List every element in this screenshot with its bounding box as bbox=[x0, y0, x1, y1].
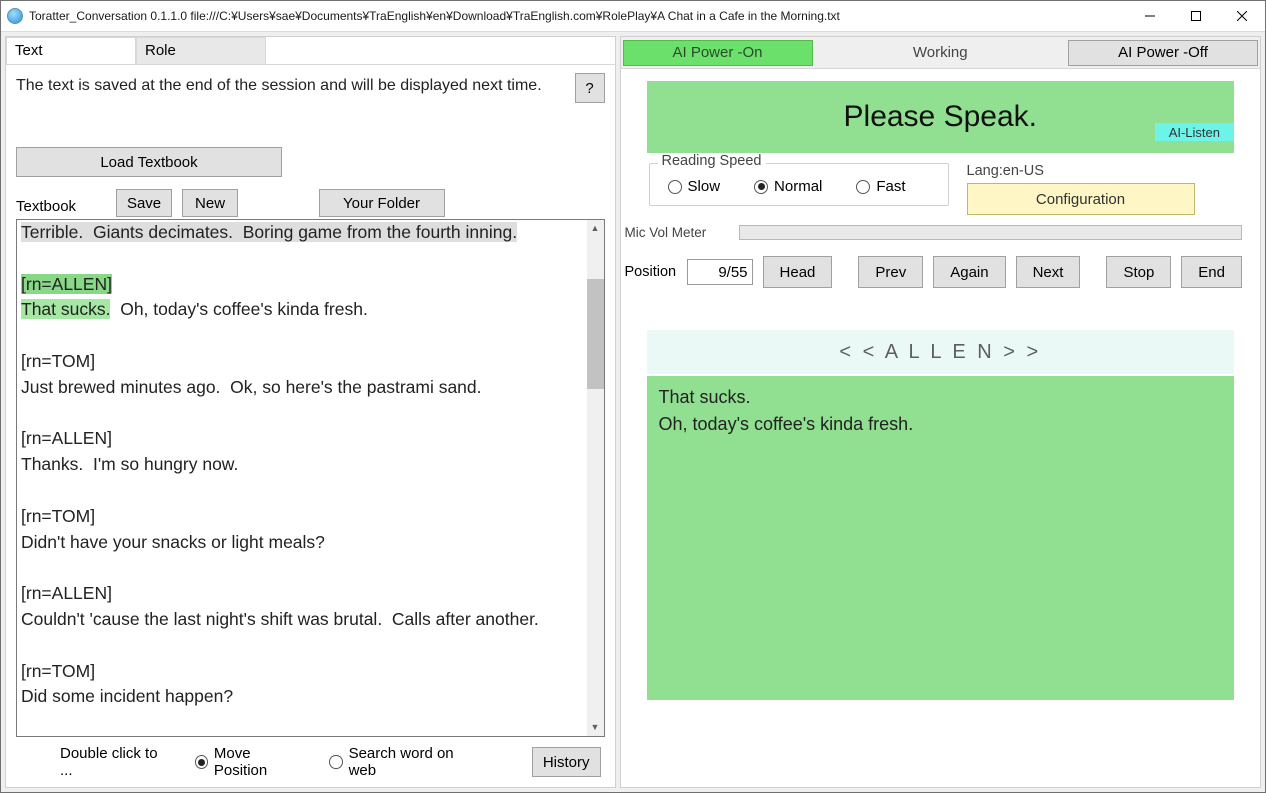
stop-button[interactable]: Stop bbox=[1106, 256, 1171, 288]
load-textbook-button[interactable]: Load Textbook bbox=[16, 147, 282, 177]
scroll-down-icon[interactable]: ▼ bbox=[587, 719, 604, 736]
radio-slow[interactable]: Slow bbox=[668, 178, 721, 195]
window-title: Toratter_Conversation 0.1.1.0 file:///C:… bbox=[29, 9, 840, 23]
current-line-box: That sucks. Oh, today's coffee's kinda f… bbox=[647, 376, 1234, 700]
textbook-role-tag: [rn=ALLEN] bbox=[21, 274, 112, 294]
minimize-button[interactable] bbox=[1127, 1, 1173, 31]
textbook-textarea[interactable]: Terrible. Giants decimates. Boring game … bbox=[16, 219, 605, 737]
doubleclick-label: Double click to ... bbox=[60, 745, 167, 779]
close-button[interactable] bbox=[1219, 1, 1265, 31]
your-folder-button[interactable]: Your Folder bbox=[319, 189, 445, 217]
radio-move-position[interactable]: Move Position bbox=[195, 745, 302, 779]
new-button[interactable]: New bbox=[182, 189, 238, 217]
again-button[interactable]: Again bbox=[933, 256, 1005, 288]
current-line-text: That sucks. Oh, today's coffee's kinda f… bbox=[659, 387, 914, 434]
scrollbar[interactable]: ▲ ▼ bbox=[587, 220, 604, 736]
scroll-up-icon[interactable]: ▲ bbox=[587, 220, 604, 237]
history-button[interactable]: History bbox=[532, 747, 601, 777]
speak-banner: Please Speak. bbox=[647, 81, 1234, 153]
window-titlebar: Toratter_Conversation 0.1.1.0 file:///C:… bbox=[1, 1, 1265, 31]
radio-normal[interactable]: Normal bbox=[754, 178, 822, 195]
tab-role[interactable]: Role bbox=[136, 37, 266, 65]
ai-power-off-button[interactable]: AI Power -Off bbox=[1068, 40, 1258, 66]
ai-status-label: Working bbox=[813, 44, 1068, 61]
configuration-button[interactable]: Configuration bbox=[967, 183, 1195, 215]
mic-meter-label: Mic Vol Meter bbox=[625, 225, 725, 240]
textbook-rest: [rn=TOM] Just brewed minutes ago. Ok, so… bbox=[21, 351, 539, 706]
radio-search-web[interactable]: Search word on web bbox=[329, 745, 475, 779]
scroll-thumb[interactable] bbox=[587, 279, 604, 389]
head-button[interactable]: Head bbox=[763, 256, 833, 288]
textbook-line: Terrible. Giants decimates. Boring game … bbox=[21, 222, 517, 242]
save-message: The text is saved at the end of the sess… bbox=[16, 73, 567, 95]
language-label: Lang:en-US bbox=[967, 163, 1195, 183]
maximize-button[interactable] bbox=[1173, 1, 1219, 31]
prev-button[interactable]: Prev bbox=[858, 256, 923, 288]
ai-power-on-button[interactable]: AI Power -On bbox=[623, 40, 813, 66]
textbook-line: Oh, today's coffee's kinda fresh. bbox=[110, 299, 367, 319]
help-button[interactable]: ? bbox=[575, 73, 605, 103]
position-input[interactable]: 9/55 bbox=[687, 259, 753, 285]
reading-speed-group: Reading Speed Slow Normal Fast bbox=[649, 163, 949, 206]
end-button[interactable]: End bbox=[1181, 256, 1242, 288]
ai-listen-badge: AI-Listen bbox=[1155, 123, 1234, 141]
position-label: Position bbox=[625, 264, 677, 280]
textbook-label: Textbook bbox=[16, 198, 76, 217]
next-button[interactable]: Next bbox=[1016, 256, 1081, 288]
app-icon bbox=[7, 8, 23, 24]
save-button[interactable]: Save bbox=[116, 189, 172, 217]
textbook-highlight: That sucks. bbox=[21, 299, 110, 319]
tab-text[interactable]: Text bbox=[6, 37, 136, 65]
radio-fast[interactable]: Fast bbox=[856, 178, 905, 195]
tab-role-label: Role bbox=[145, 42, 176, 59]
tab-text-label: Text bbox=[15, 42, 43, 59]
current-role-banner: < < A L L E N > > bbox=[647, 330, 1234, 374]
mic-volume-meter bbox=[739, 225, 1242, 240]
